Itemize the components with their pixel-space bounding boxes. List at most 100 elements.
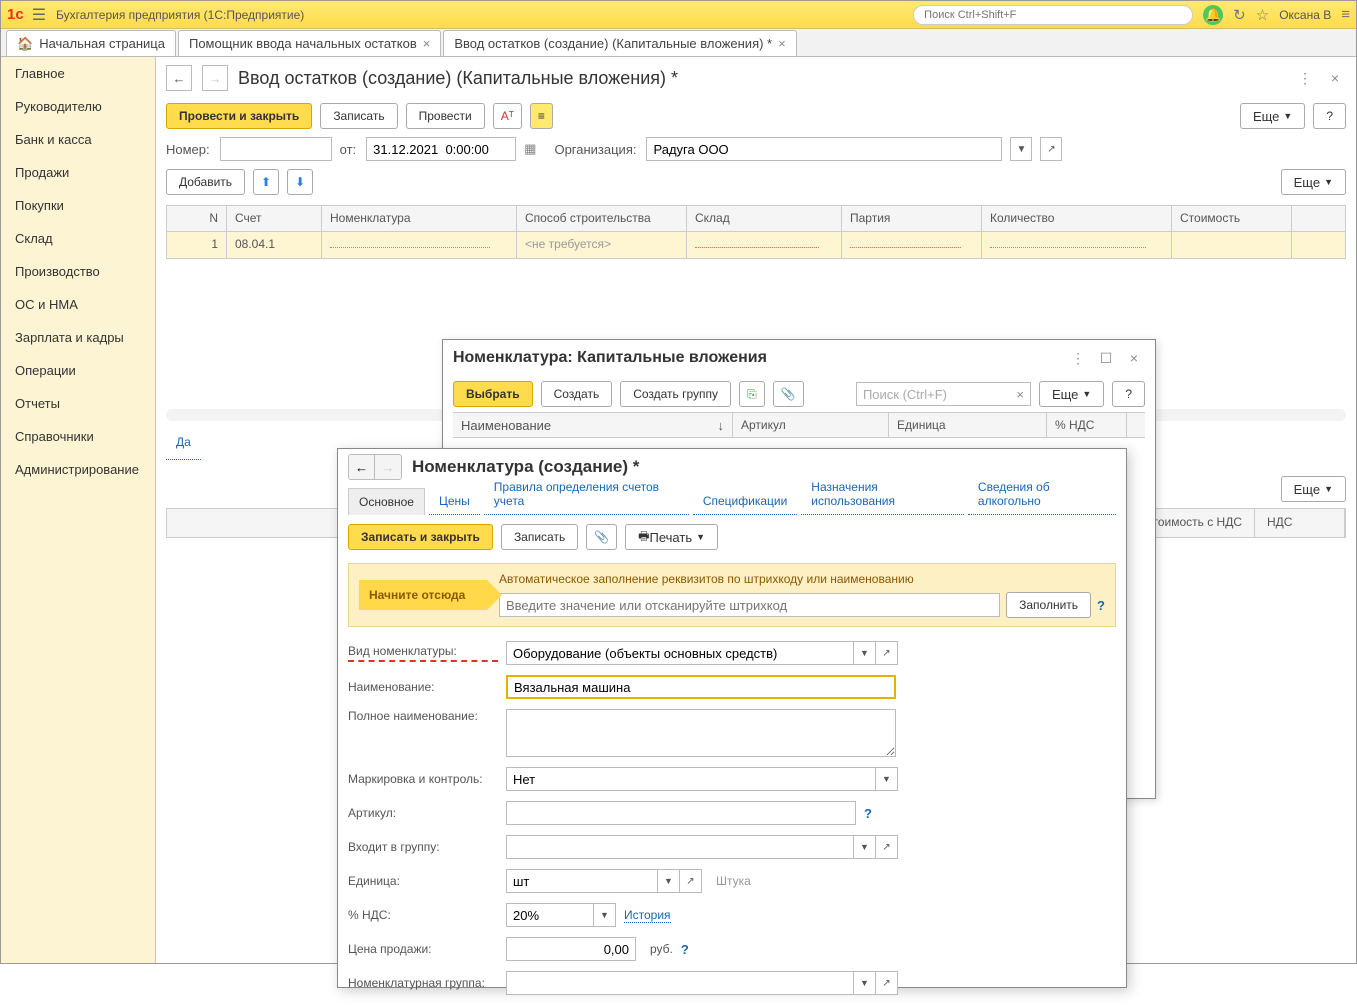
open-icon[interactable]: ↗ [876,835,898,859]
print-button[interactable]: 🖶 Печать▼ [625,524,718,550]
fullname-input[interactable] [506,709,896,757]
help-button[interactable]: ? [1313,103,1346,129]
group-select[interactable] [506,835,854,859]
sidebar-item[interactable]: Продажи [1,156,155,189]
open-icon[interactable]: ↗ [876,641,898,665]
star-icon[interactable]: ☆ [1256,6,1269,24]
sidebar-item[interactable]: Главное [1,57,155,90]
dropdown-icon[interactable]: ▼ [854,835,876,859]
mark-select[interactable] [506,767,876,791]
history-link[interactable]: История [624,908,671,923]
unit-select[interactable] [506,869,658,893]
move-up-icon[interactable]: ⬆ [253,169,279,195]
org-select[interactable] [646,137,1002,161]
col-unit[interactable]: Единица [889,413,1047,437]
col-qty[interactable]: Количество [982,206,1172,231]
dropdown-icon[interactable]: ▼ [876,767,898,791]
more-button[interactable]: Еще▼ [1240,103,1305,129]
type-select[interactable] [506,641,854,665]
sidebar-item[interactable]: Покупки [1,189,155,222]
more-icon[interactable]: ⋮ [1067,347,1089,369]
post-button[interactable]: Провести [406,103,485,129]
nav-back-icon[interactable]: ← [349,455,375,479]
col-art[interactable]: Артикул [733,413,889,437]
sidebar-item[interactable]: Администрирование [1,453,155,486]
number-input[interactable] [220,137,332,161]
tab-usage[interactable]: Назначения использования [801,474,964,515]
more-button[interactable]: Еще▼ [1039,381,1104,407]
data-link[interactable]: Да [166,425,201,460]
table-row[interactable]: 1 08.04.1 <не требуется> [167,232,1345,258]
col-n[interactable]: N [167,206,227,231]
open-icon[interactable]: ↗ [876,971,898,995]
sidebar-item[interactable]: Зарплата и кадры [1,321,155,354]
tab-home[interactable]: 🏠Начальная страница [6,30,176,56]
help-icon[interactable]: ? [681,942,689,957]
dropdown-icon[interactable]: ▼ [854,641,876,665]
global-search-input[interactable] [913,5,1193,25]
move-down-icon[interactable]: ⬇ [287,169,313,195]
open-icon[interactable]: ↗ [680,869,702,893]
close-icon[interactable]: × [423,36,431,51]
select-button[interactable]: Выбрать [453,381,533,407]
save-button[interactable]: Записать [320,103,397,129]
save-close-button[interactable]: Записать и закрыть [348,524,493,550]
settings-icon[interactable]: ≡ [1341,6,1350,23]
notifications-icon[interactable]: 🔔 [1203,5,1223,25]
dropdown-icon[interactable]: ▼ [594,903,616,927]
col-vat[interactable]: % НДС [1047,413,1127,437]
sidebar-item[interactable]: ОС и НМА [1,288,155,321]
attach-icon[interactable]: 📎 [586,524,617,550]
close-icon[interactable]: × [1123,347,1145,369]
nomgroup-select[interactable] [506,971,854,995]
sidebar-item[interactable]: Склад [1,222,155,255]
name-input[interactable] [506,675,896,699]
add-button[interactable]: Добавить [166,169,245,195]
col-par[interactable]: Партия [842,206,982,231]
tab-entry[interactable]: Ввод остатков (создание) (Капитальные вл… [443,30,796,56]
more-icon[interactable]: ⋮ [1294,67,1316,89]
open-icon[interactable]: ↗ [1040,137,1062,161]
create-button[interactable]: Создать [541,381,613,407]
col-skl[interactable]: Склад [687,206,842,231]
more-button[interactable]: Еще▼ [1281,476,1346,502]
sidebar-item[interactable]: Производство [1,255,155,288]
dropdown-icon[interactable]: ▼ [1010,137,1032,161]
help-button[interactable]: ? [1112,381,1145,407]
col-name[interactable]: Наименование↓ [453,413,733,437]
menu-icon[interactable]: ☰ [32,5,46,25]
sidebar-item[interactable]: Операции [1,354,155,387]
sidebar-item[interactable]: Отчеты [1,387,155,420]
window-icon[interactable]: ☐ [1095,347,1117,369]
tab-assistant[interactable]: Помощник ввода начальных остатков× [178,30,441,56]
fill-button[interactable]: Заполнить [1006,592,1091,618]
search-input[interactable]: Поиск (Ctrl+F)× [856,382,1031,406]
dt-kt-icon[interactable]: Aᵀ [493,103,522,129]
art-input[interactable] [506,801,856,825]
col-cost[interactable]: Стоимость [1172,206,1292,231]
tab-alcohol[interactable]: Сведения об алкогольно [968,474,1116,515]
tab-prices[interactable]: Цены [429,488,480,515]
price-input[interactable] [506,937,636,961]
report-icon[interactable]: ≡ [530,103,553,129]
create-group-button[interactable]: Создать группу [620,381,731,407]
post-close-button[interactable]: Провести и закрыть [166,103,312,129]
user-name[interactable]: Оксана В [1279,8,1331,22]
close-icon[interactable]: × [778,36,786,51]
vat-select[interactable] [506,903,594,927]
col-nom[interactable]: Номенклатура [322,206,517,231]
sidebar-item[interactable]: Руководителю [1,90,155,123]
history-icon[interactable]: ↻ [1233,6,1246,24]
col-acc[interactable]: Счет [227,206,322,231]
more-button[interactable]: Еще▼ [1281,169,1346,195]
attach-icon[interactable]: 📎 [773,381,804,407]
tab-specs[interactable]: Спецификации [693,488,797,515]
help-icon[interactable]: ? [864,806,872,821]
calendar-icon[interactable]: ▦ [524,141,536,157]
barcode-input[interactable] [499,593,1000,617]
dropdown-icon[interactable]: ▼ [854,971,876,995]
col-way[interactable]: Способ строительства [517,206,687,231]
nav-back-icon[interactable]: ← [166,65,192,91]
help-icon[interactable]: ? [1097,598,1105,613]
insert-icon[interactable]: ⎘ [739,381,765,407]
